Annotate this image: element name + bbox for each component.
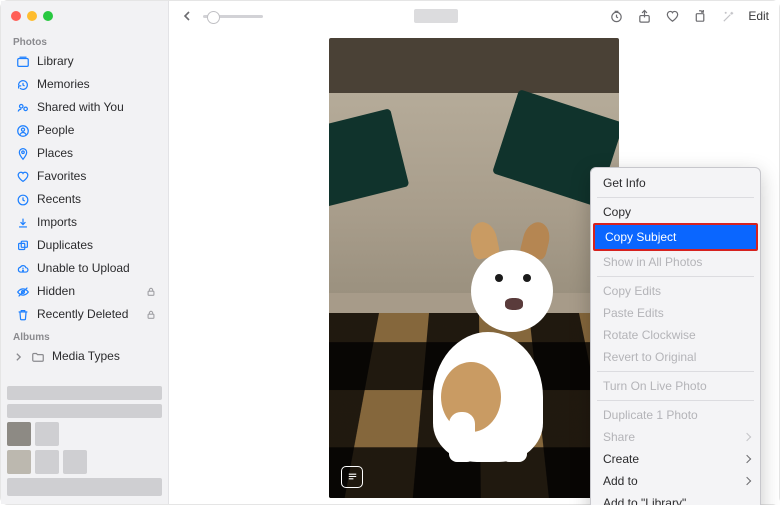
share-button[interactable] <box>636 8 652 24</box>
close-window-button[interactable] <box>11 11 21 21</box>
sidebar-item-label: Memories <box>37 76 90 93</box>
lock-icon <box>146 310 156 320</box>
ctx-revert-to-original: Revert to Original <box>591 346 760 368</box>
sidebar-item-label: Shared with You <box>37 99 124 116</box>
sidebar-item-label: Media Types <box>52 348 120 365</box>
sidebar: Photos Library Memories Shared with You … <box>1 1 169 504</box>
sidebar-item-label: People <box>37 122 74 139</box>
favorite-button[interactable] <box>664 8 680 24</box>
ctx-separator <box>597 276 754 277</box>
ctx-turn-on-live-photo: Turn On Live Photo <box>591 375 760 397</box>
enhance-button[interactable] <box>720 8 736 24</box>
ctx-share: Share <box>591 426 760 448</box>
sidebar-item-places[interactable]: Places <box>1 142 168 165</box>
ctx-copy-subject-highlight: Copy Subject <box>593 223 758 251</box>
sidebar-section-photos: Photos <box>1 31 168 50</box>
sidebar-item-imports[interactable]: Imports <box>1 211 168 234</box>
ctx-copy-edits: Copy Edits <box>591 280 760 302</box>
toolbar-right: Edit <box>608 8 769 24</box>
thumb-placeholder <box>7 422 31 446</box>
ctx-add-to-library[interactable]: Add to "Library" <box>591 492 760 505</box>
edit-button[interactable]: Edit <box>748 9 769 23</box>
sidebar-item-memories[interactable]: Memories <box>1 73 168 96</box>
download-icon <box>15 215 30 230</box>
sidebar-section-albums: Albums <box>1 326 168 345</box>
sidebar-item-media-types[interactable]: Media Types <box>1 345 168 368</box>
library-icon <box>15 54 30 69</box>
person-circle-icon <box>15 123 30 138</box>
ctx-create[interactable]: Create <box>591 448 760 470</box>
sidebar-item-people[interactable]: People <box>1 119 168 142</box>
thumb-placeholder <box>7 386 162 400</box>
eye-slash-icon <box>15 284 30 299</box>
ctx-separator <box>597 400 754 401</box>
sidebar-item-label: Recents <box>37 191 81 208</box>
sidebar-item-duplicates[interactable]: Duplicates <box>1 234 168 257</box>
toolbar: Edit <box>169 1 779 31</box>
sidebar-item-label: Hidden <box>37 283 75 300</box>
ctx-paste-edits: Paste Edits <box>591 302 760 324</box>
sidebar-item-label: Favorites <box>37 168 86 185</box>
sidebar-item-hidden[interactable]: Hidden <box>1 280 168 303</box>
ctx-separator <box>597 371 754 372</box>
sidebar-item-label: Library <box>37 53 74 70</box>
folder-icon <box>30 349 45 364</box>
heart-icon <box>15 169 30 184</box>
sidebar-item-shared-with-you[interactable]: Shared with You <box>1 96 168 119</box>
thumb-placeholder <box>7 404 162 418</box>
minimize-window-button[interactable] <box>27 11 37 21</box>
toolbar-left <box>179 8 263 24</box>
sidebar-item-label: Duplicates <box>37 237 93 254</box>
title-placeholder <box>414 9 458 23</box>
thumb-placeholder <box>7 478 162 496</box>
pin-icon <box>15 146 30 161</box>
cloud-alert-icon <box>15 261 30 276</box>
ctx-show-in-all-photos: Show in All Photos <box>591 251 760 273</box>
shared-icon <box>15 100 30 115</box>
fullscreen-window-button[interactable] <box>43 11 53 21</box>
sidebar-item-label: Places <box>37 145 73 162</box>
ctx-copy[interactable]: Copy <box>591 201 760 223</box>
lock-icon <box>146 287 156 297</box>
sidebar-item-recents[interactable]: Recents <box>1 188 168 211</box>
photo <box>329 38 619 498</box>
app-window: Photos Library Memories Shared with You … <box>0 0 780 505</box>
sidebar-item-label: Imports <box>37 214 77 231</box>
clock-rewind-icon <box>15 77 30 92</box>
ctx-copy-subject[interactable]: Copy Subject <box>595 225 756 249</box>
back-button[interactable] <box>179 8 195 24</box>
sidebar-albums-list: Media Types <box>1 345 168 368</box>
thumb-placeholder <box>35 450 59 474</box>
adjust-time-button[interactable] <box>608 8 624 24</box>
ctx-get-info[interactable]: Get Info <box>591 172 760 194</box>
chevron-right-icon <box>15 352 23 362</box>
ctx-duplicate-photo: Duplicate 1 Photo <box>591 404 760 426</box>
ctx-rotate-clockwise: Rotate Clockwise <box>591 324 760 346</box>
window-controls <box>1 1 168 31</box>
sidebar-item-recently-deleted[interactable]: Recently Deleted <box>1 303 168 326</box>
rotate-button[interactable] <box>692 8 708 24</box>
sidebar-item-library[interactable]: Library <box>1 50 168 73</box>
thumb-placeholder <box>35 422 59 446</box>
sidebar-item-unable-to-upload[interactable]: Unable to Upload <box>1 257 168 280</box>
sidebar-thumbnails <box>1 380 168 504</box>
thumb-placeholder <box>7 450 31 474</box>
trash-icon <box>15 307 30 322</box>
zoom-slider[interactable] <box>203 15 263 18</box>
clock-icon <box>15 192 30 207</box>
toolbar-center <box>271 9 600 23</box>
context-menu: Get Info Copy Copy Subject Show in All P… <box>590 167 761 505</box>
sidebar-item-label: Recently Deleted <box>37 306 128 323</box>
ctx-separator <box>597 197 754 198</box>
duplicates-icon <box>15 238 30 253</box>
sidebar-item-label: Unable to Upload <box>37 260 130 277</box>
main-content: Edit <box>169 1 779 504</box>
sidebar-item-favorites[interactable]: Favorites <box>1 165 168 188</box>
thumb-placeholder <box>63 450 87 474</box>
live-text-button[interactable] <box>341 466 363 488</box>
sidebar-photos-list: Library Memories Shared with You People … <box>1 50 168 326</box>
ctx-add-to[interactable]: Add to <box>591 470 760 492</box>
